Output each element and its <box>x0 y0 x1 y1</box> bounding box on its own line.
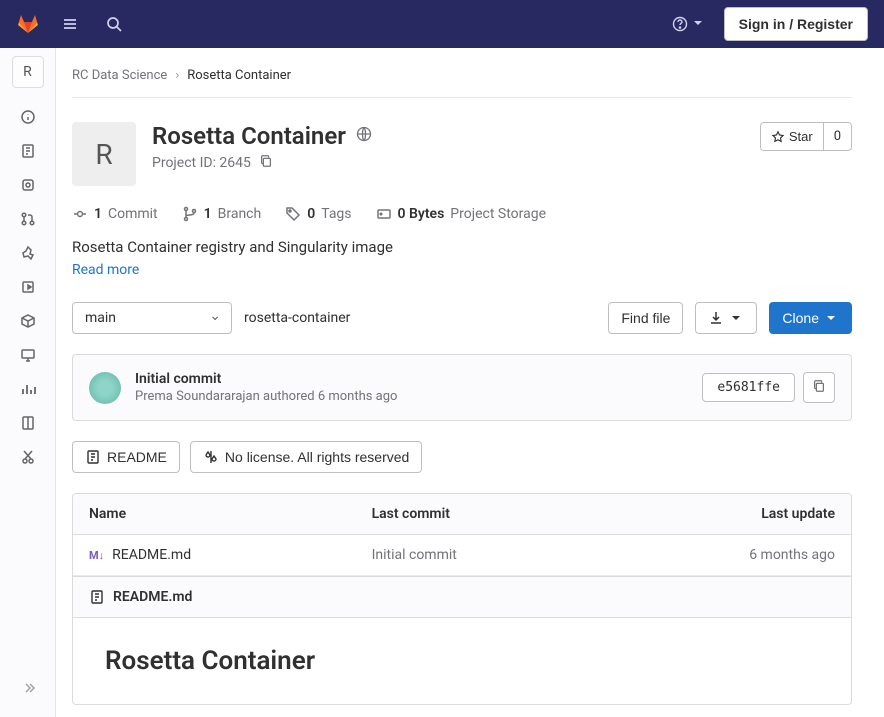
markdown-file-icon: M↓ <box>89 549 104 562</box>
breadcrumb-separator: › <box>175 68 179 83</box>
sidebar-analytics[interactable] <box>8 373 48 405</box>
read-more-link[interactable]: Read more <box>72 262 139 278</box>
star-group: Star 0 <box>760 122 852 151</box>
badges-row: README No license. All rights reserved <box>72 441 852 473</box>
sidebar-snippets[interactable] <box>8 441 48 473</box>
sidebar: R <box>0 48 56 717</box>
table-row[interactable]: M↓ README.md Initial commit 6 months ago <box>73 535 851 576</box>
branch-select[interactable]: main <box>72 302 232 334</box>
chevron-down-icon <box>690 15 706 34</box>
find-file-button[interactable]: Find file <box>608 302 683 334</box>
readme-filename: README.md <box>113 589 192 605</box>
stat-branches[interactable]: 1 Branch <box>182 206 262 222</box>
sidebar-deployments[interactable] <box>8 271 48 303</box>
controls-row: main rosetta-container Find file Clone <box>72 302 852 334</box>
file-last-commit[interactable]: Initial commit <box>356 535 603 576</box>
last-commit-box: Initial commit Prema Soundararajan autho… <box>72 354 852 421</box>
path-text[interactable]: rosetta-container <box>244 310 350 326</box>
copy-id-icon[interactable] <box>259 154 273 172</box>
table-header-commit[interactable]: Last commit <box>356 494 603 535</box>
star-button[interactable]: Star <box>761 123 823 150</box>
commit-author-avatar[interactable] <box>89 372 121 404</box>
sidebar-project-info[interactable] <box>8 101 48 133</box>
copy-sha-icon[interactable] <box>803 372 835 403</box>
signin-button[interactable]: Sign in / Register <box>724 7 868 41</box>
star-count[interactable]: 0 <box>823 123 851 150</box>
globe-icon <box>356 126 372 146</box>
project-id: Project ID: 2645 <box>152 155 251 171</box>
sidebar-monitor[interactable] <box>8 339 48 371</box>
file-name-text[interactable]: README.md <box>112 547 191 563</box>
download-button[interactable] <box>695 302 757 334</box>
stats-row: 1 Commit 1 Branch 0 Tags 0 Bytes Project… <box>72 206 852 222</box>
sidebar-packages[interactable] <box>8 305 48 337</box>
topbar-left <box>16 10 128 38</box>
breadcrumb: RC Data Science › Rosetta Container <box>72 64 852 98</box>
topbar-right: Sign in / Register <box>666 7 868 41</box>
readme-heading: Rosetta Container <box>105 646 819 676</box>
project-header: R Rosetta Container Project ID: 2645 <box>72 122 852 186</box>
project-title: Rosetta Container <box>152 122 346 150</box>
readme-header: README.md <box>73 577 851 618</box>
project-avatar-small[interactable]: R <box>12 56 44 88</box>
main-content: RC Data Science › Rosetta Container R Ro… <box>56 48 884 717</box>
star-label: Star <box>789 129 813 144</box>
table-header-name[interactable]: Name <box>73 494 356 535</box>
license-badge[interactable]: No license. All rights reserved <box>190 441 422 473</box>
sidebar-collapse-icon[interactable] <box>8 672 48 704</box>
stat-commits[interactable]: 1 Commit <box>72 206 158 222</box>
project-avatar: R <box>72 122 136 186</box>
readme-panel: README.md Rosetta Container <box>72 577 852 705</box>
stat-tags[interactable]: 0 Tags <box>285 206 351 222</box>
sidebar-wiki[interactable] <box>8 407 48 439</box>
commit-title[interactable]: Initial commit <box>135 371 397 387</box>
stat-storage[interactable]: 0 Bytes Project Storage <box>376 206 546 222</box>
breadcrumb-group[interactable]: RC Data Science <box>72 68 167 83</box>
search-icon[interactable] <box>100 10 128 38</box>
clone-button[interactable]: Clone <box>769 302 852 334</box>
commit-authored-label: authored <box>263 389 315 404</box>
sidebar-merge-requests[interactable] <box>8 203 48 235</box>
help-icon[interactable] <box>666 9 712 40</box>
gitlab-logo[interactable] <box>16 10 40 38</box>
file-last-update: 6 months ago <box>603 535 851 576</box>
file-table: Name Last commit Last update M↓ README.m… <box>72 493 852 577</box>
commit-sha[interactable]: e5681ffe <box>702 373 795 402</box>
table-header-update[interactable]: Last update <box>603 494 851 535</box>
readme-badge[interactable]: README <box>72 441 180 473</box>
topbar: Sign in / Register <box>0 0 884 48</box>
commit-time: 6 months ago <box>318 389 398 404</box>
sidebar-issues[interactable] <box>8 169 48 201</box>
hamburger-icon[interactable] <box>56 10 84 38</box>
project-description: Rosetta Container registry and Singulari… <box>72 238 852 256</box>
sidebar-cicd[interactable] <box>8 237 48 269</box>
commit-author[interactable]: Prema Soundararajan <box>135 389 260 404</box>
sidebar-repository[interactable] <box>8 135 48 167</box>
breadcrumb-current: Rosetta Container <box>187 68 291 83</box>
